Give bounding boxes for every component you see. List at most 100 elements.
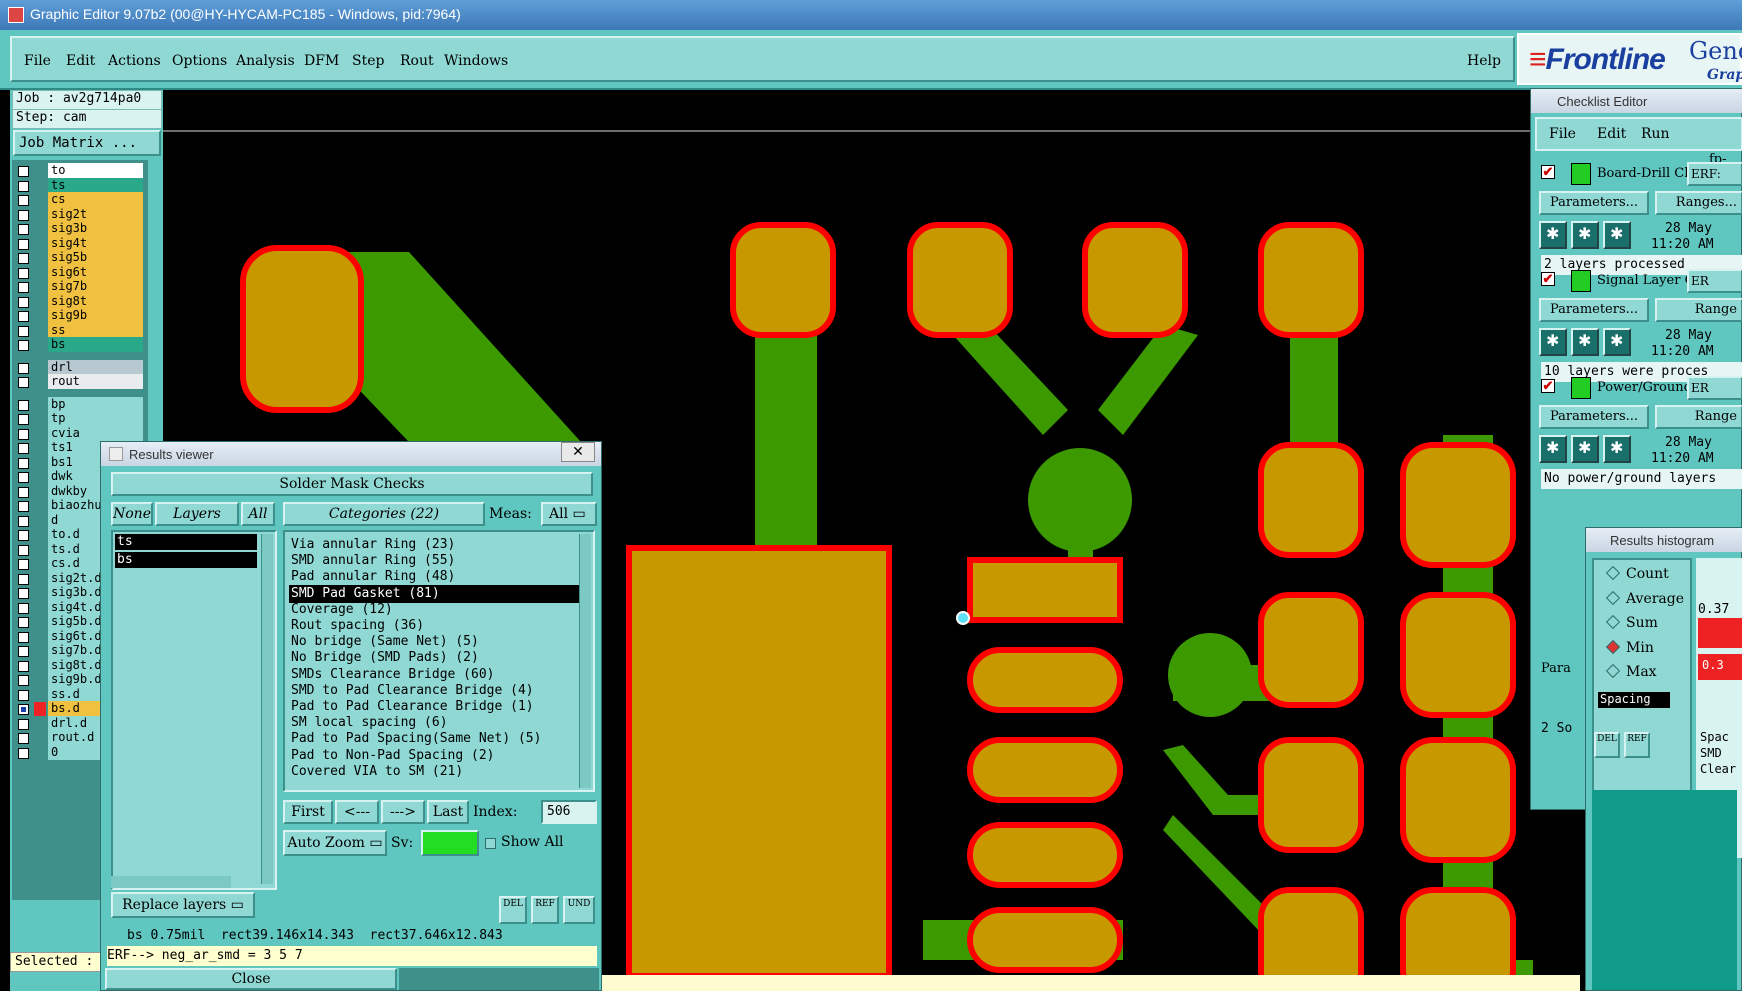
close-icon[interactable]: ✕ [561,442,595,462]
menu-actions[interactable]: Actions [108,53,161,69]
job-matrix-button[interactable]: Job Matrix ... [13,130,161,156]
layer-checkbox[interactable] [18,530,29,541]
parameters-button[interactable]: Parameters... [1539,191,1649,215]
layer-name[interactable]: sig5b [48,250,143,265]
layer-checkbox[interactable] [18,180,29,192]
show-all-checkbox[interactable] [485,838,496,849]
prev-button[interactable]: <--- [335,800,379,824]
layer-checkbox[interactable] [18,733,29,744]
layer-name[interactable]: rout [48,374,143,389]
menu-rout[interactable]: Rout [400,53,434,69]
layer-checkbox[interactable] [18,457,29,469]
parameters-button[interactable]: Parameters... [1539,405,1649,429]
layer-checkbox[interactable] [18,602,29,614]
layers-button[interactable]: Layers [155,502,239,526]
layer-name[interactable]: sig3b [48,221,143,236]
replace-layers-select[interactable]: Replace layers ▭ [111,892,255,918]
erf-select[interactable]: ERF: [1687,162,1742,186]
layer-checkbox[interactable] [18,209,29,221]
cl-menu-run[interactable]: Run [1641,126,1670,142]
layer-checkbox[interactable] [18,267,29,279]
layer-checkbox[interactable] [18,573,29,585]
run-icon[interactable] [1539,221,1567,249]
layer-checkbox[interactable] [18,296,29,308]
menu-file[interactable]: File [24,53,51,69]
layer-checkbox[interactable] [18,660,29,672]
meas-select[interactable]: All ▭ [541,502,597,526]
layer-checkbox[interactable] [18,195,29,206]
layer-name[interactable]: to [48,163,143,178]
layer-item-bs[interactable]: bs [115,552,257,568]
erf-icon[interactable] [1603,328,1631,356]
undo-button[interactable]: UND [563,896,595,924]
layer-checkbox[interactable] [18,704,29,715]
index-input[interactable]: 506 [541,800,597,824]
first-button[interactable]: First [283,800,333,824]
layer-checkbox[interactable] [18,166,29,177]
layer-row[interactable]: bs [12,337,148,353]
layer-checkbox[interactable] [18,501,29,512]
check-enable-checkbox[interactable]: ✔ [1541,165,1555,179]
layer-checkbox[interactable] [18,486,29,498]
layer-checkbox[interactable] [18,675,29,686]
layer-checkbox[interactable] [18,588,29,599]
menu-analysis[interactable]: Analysis [236,53,295,69]
histogram-titlebar[interactable]: Results histogram [1586,528,1742,552]
layer-checkbox[interactable] [18,559,29,570]
parameters-button[interactable]: Parameters... [1539,298,1649,322]
layer-checkbox[interactable] [18,617,29,628]
layer-checkbox[interactable] [18,472,29,483]
layer-name[interactable]: sig8t [48,293,143,309]
layer-checkbox[interactable] [18,377,29,388]
categories-button[interactable]: Categories (22) [283,502,485,526]
none-button[interactable]: None [111,502,153,526]
hist-del-button[interactable]: DEL [1594,732,1620,758]
categories-listbox[interactable]: Via annular Ring (23) SMD annular Ring (5… [283,530,595,792]
layer-checkbox[interactable] [18,646,29,657]
stat-radio[interactable]: Sum [1605,614,1658,631]
view-icon[interactable] [1571,328,1599,356]
hist-ref-button[interactable]: REF [1624,732,1650,758]
last-button[interactable]: Last [427,800,469,824]
menu-dfm[interactable]: DFM [304,53,339,69]
menu-edit[interactable]: Edit [66,53,95,69]
layer-checkbox[interactable] [18,631,29,643]
layer-item-ts[interactable]: ts [115,534,257,550]
layer-checkbox[interactable] [18,544,29,556]
close-button[interactable]: Close [105,968,397,990]
menu-step[interactable]: Step [352,53,384,69]
ranges-button[interactable]: Range [1655,405,1742,429]
menu-help[interactable]: Help [1467,53,1501,69]
layer-checkbox[interactable] [18,325,29,337]
layer-checkbox[interactable] [18,414,29,425]
view-icon[interactable] [1571,435,1599,463]
layers-listbox[interactable]: ts bs [111,530,277,890]
layer-checkbox[interactable] [18,362,29,374]
layers-scrollbar[interactable] [261,534,273,884]
auto-zoom-select[interactable]: Auto Zoom ▭ [283,830,387,856]
layer-checkbox[interactable] [18,399,29,411]
run-icon[interactable] [1539,435,1567,463]
categories-scrollbar[interactable] [579,534,591,788]
stat-radio[interactable]: Max [1605,663,1657,680]
ranges-button[interactable]: Ranges... [1655,191,1742,215]
stat-radio[interactable]: Count [1605,565,1669,582]
layer-checkbox[interactable] [18,311,29,322]
layer-name[interactable]: bs [48,337,143,352]
layer-checkbox[interactable] [18,428,29,440]
layer-checkbox[interactable] [18,443,29,454]
layer-name[interactable]: sig7b [48,279,143,294]
sv-color-select[interactable] [421,830,479,856]
check-enable-checkbox[interactable]: ✔ [1541,272,1555,286]
all-button[interactable]: All [241,502,275,526]
cl-menu-edit[interactable]: Edit [1597,126,1626,142]
layer-checkbox[interactable] [18,718,29,730]
results-viewer-titlebar[interactable]: Results viewer ✕ [101,442,601,466]
check-enable-checkbox[interactable]: ✔ [1541,379,1555,393]
layer-checkbox[interactable] [18,340,29,351]
layer-name[interactable]: bp [48,396,143,412]
layer-checkbox[interactable] [18,747,29,759]
erf-icon[interactable] [1603,435,1631,463]
layer-name[interactable]: sig4t [48,235,143,251]
erf-select[interactable]: ER [1687,269,1742,293]
